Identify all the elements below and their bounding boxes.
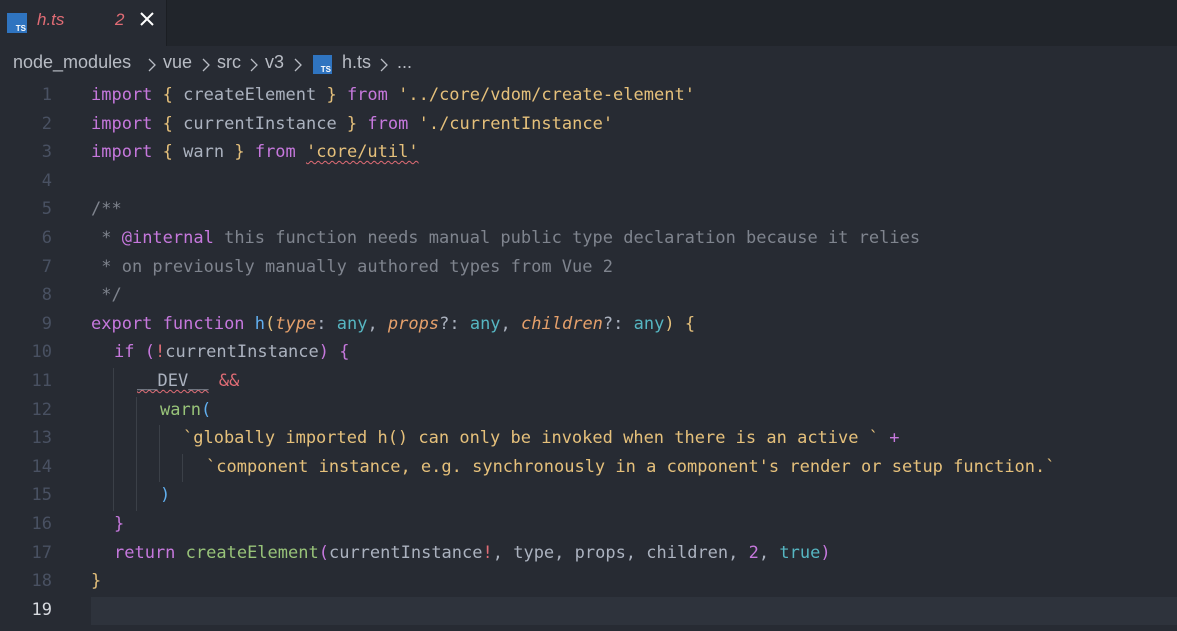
code-text: if (!currentInstance) {	[114, 342, 350, 363]
code-line: 2 import { currentInstance } from './cur…	[0, 111, 1177, 140]
indent-guide	[159, 425, 160, 454]
breadcrumb-src[interactable]: src	[217, 52, 241, 73]
line-number: 2	[41, 113, 52, 134]
line-number: 14	[31, 456, 52, 477]
line-number: 17	[31, 542, 52, 563]
code-line: 17 return createElement(currentInstance!…	[0, 540, 1177, 569]
chevron-right-icon	[148, 58, 156, 72]
code-line: 15 )	[0, 482, 1177, 511]
tab-h-ts[interactable]: TS h.ts 2	[0, 0, 167, 46]
breadcrumb-vue[interactable]: vue	[163, 52, 192, 73]
indent-guide	[113, 368, 114, 397]
code-text: )	[160, 485, 171, 506]
indent-guide	[113, 482, 114, 511]
line-number: 7	[41, 256, 52, 277]
cursor-line-highlight	[91, 596, 1177, 626]
chevron-right-icon	[294, 58, 302, 72]
line-number: 8	[41, 285, 52, 306]
line-number: 19	[31, 599, 52, 620]
breadcrumb-file[interactable]: h.ts	[342, 52, 371, 73]
error-squiggle: 'core/util'	[306, 142, 419, 163]
indent-guide	[113, 425, 114, 454]
code-line: 14 `component instance, e.g. synchronous…	[0, 453, 1177, 483]
code-line: 3 import { warn } from 'core/util'	[0, 139, 1177, 168]
tab-label: h.ts	[37, 10, 65, 29]
indent-guide	[113, 453, 114, 483]
chevron-right-icon	[202, 58, 210, 72]
current-code-line[interactable]: 19	[0, 596, 1177, 626]
code-text: */	[91, 285, 122, 306]
typescript-icon: TS	[313, 55, 332, 74]
typescript-icon: TS	[7, 13, 27, 33]
tab-bar: TS h.ts 2	[0, 0, 1177, 46]
code-line: 9 export function h(type: any, props?: a…	[0, 311, 1177, 340]
code-line: 1 import { createElement } from '../core…	[0, 82, 1177, 111]
code-text: return createElement(currentInstance!, t…	[114, 542, 831, 563]
code-text: `globally imported h() can only be invok…	[183, 428, 900, 449]
code-line: 8 */	[0, 282, 1177, 311]
code-text: }	[91, 571, 102, 592]
code-text: import { currentInstance } from './curre…	[91, 113, 614, 134]
line-number: 11	[31, 371, 52, 391]
code-text: import { warn } from 'core/util'	[91, 142, 419, 163]
line-number: 12	[31, 399, 52, 420]
code-line: 5 /**	[0, 196, 1177, 225]
breadcrumb: node_modules vue src v3 TS h.ts ...	[0, 46, 1177, 82]
chevron-right-icon	[380, 58, 388, 72]
code-text: `component instance, e.g. synchronously …	[206, 456, 1056, 477]
code-line: 18 }	[0, 568, 1177, 597]
code-line: 7 * on previously manually authored type…	[0, 254, 1177, 283]
line-number: 3	[41, 142, 52, 163]
code-text: }	[114, 514, 125, 534]
line-number: 16	[31, 514, 52, 534]
indent-guide	[182, 453, 183, 483]
breadcrumb-more[interactable]: ...	[397, 52, 412, 73]
close-icon[interactable]	[139, 11, 155, 27]
line-number: 15	[31, 485, 52, 506]
code-text: __DEV__ &&	[137, 371, 240, 391]
code-line: 16 }	[0, 511, 1177, 540]
line-number: 18	[31, 571, 52, 592]
code-text: export function h(type: any, props?: any…	[91, 313, 696, 334]
code-text: import { createElement } from '../core/v…	[91, 85, 695, 105]
line-number: 13	[31, 428, 52, 449]
code-line: 12 warn(	[0, 396, 1177, 426]
code-line: 13 `globally imported h() can only be in…	[0, 425, 1177, 454]
line-number: 4	[41, 170, 52, 191]
breadcrumb-node-modules[interactable]: node_modules	[13, 52, 131, 73]
breadcrumb-v3[interactable]: v3	[265, 52, 284, 73]
code-line: 4	[0, 168, 1177, 197]
code-text: * on previously manually authored types …	[91, 256, 613, 277]
line-number: 6	[41, 228, 52, 248]
indent-guide	[136, 453, 137, 483]
code-line: 11 __DEV__ &&	[0, 368, 1177, 397]
line-number: 9	[41, 313, 52, 334]
indent-guide	[113, 396, 114, 426]
indent-guide	[159, 453, 160, 483]
code-text: /**	[91, 199, 122, 220]
indent-guide	[136, 482, 137, 511]
line-number: 5	[41, 199, 52, 220]
code-line: 10 if (!currentInstance) {	[0, 339, 1177, 368]
code-line: 6 * @internal this function needs manual…	[0, 225, 1177, 254]
code-editor[interactable]: 1 import { createElement } from '../core…	[0, 82, 1177, 631]
line-number: 1	[41, 85, 52, 105]
indent-guide	[136, 396, 137, 426]
line-number: 10	[31, 342, 52, 363]
problem-count-badge: 2	[115, 10, 125, 29]
chevron-right-icon	[250, 58, 258, 72]
error-squiggle: __DEV__	[137, 371, 209, 391]
code-text: * @internal this function needs manual p…	[91, 228, 921, 248]
indent-guide	[136, 425, 137, 454]
code-text: warn(	[160, 399, 212, 420]
